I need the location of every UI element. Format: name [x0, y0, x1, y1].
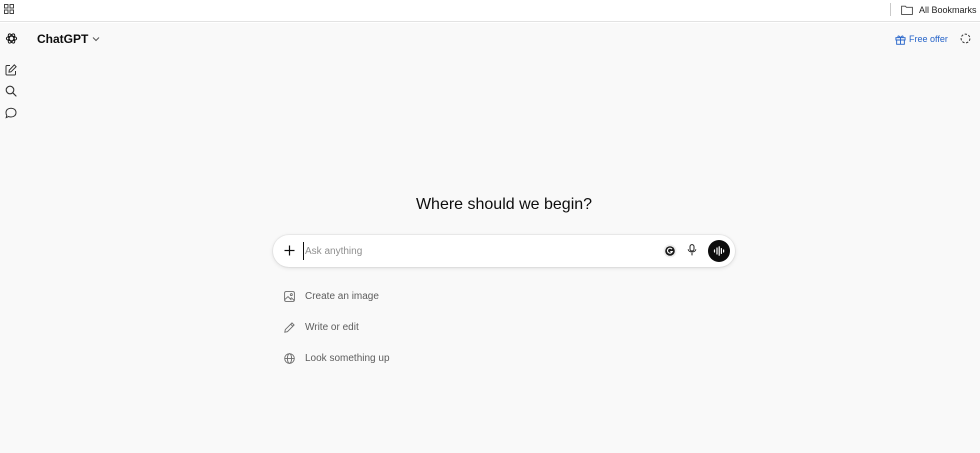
globe-icon: [284, 352, 295, 364]
waveform-icon: [713, 246, 725, 256]
all-bookmarks-label: All Bookmarks: [919, 5, 977, 15]
new-chat-icon[interactable]: [5, 64, 17, 76]
temporary-chat-icon[interactable]: [960, 33, 971, 44]
folder-icon: [901, 5, 913, 15]
pencil-icon: [284, 321, 295, 333]
search-icon[interactable]: [5, 85, 17, 97]
bookmarks-bar: All Bookmarks: [0, 0, 980, 22]
free-offer-label: Free offer: [909, 34, 948, 44]
voice-mode-button[interactable]: [708, 240, 730, 262]
suggestion-label: Create an image: [305, 290, 379, 302]
suggestion-create-image[interactable]: Create an image: [284, 289, 379, 303]
chevron-down-icon: [92, 37, 100, 42]
chat-app: ChatGPT Free offer Where should we begin…: [0, 23, 980, 453]
plus-icon[interactable]: [284, 245, 295, 256]
grid-icon[interactable]: [4, 4, 14, 14]
gift-icon: [895, 34, 906, 45]
model-selector[interactable]: ChatGPT: [37, 32, 100, 46]
suggestion-label: Write or edit: [305, 321, 359, 333]
grammarly-icon[interactable]: [663, 244, 677, 258]
page-heading: Where should we begin?: [415, 196, 593, 213]
microphone-icon[interactable]: [687, 244, 697, 256]
suggestion-look-up[interactable]: Look something up: [284, 351, 390, 365]
image-icon: [284, 290, 295, 302]
chats-icon[interactable]: [5, 107, 17, 119]
prompt-input[interactable]: [303, 242, 653, 260]
all-bookmarks-folder[interactable]: All Bookmarks: [901, 3, 977, 17]
suggestion-label: Look something up: [305, 352, 390, 364]
prompt-composer: [273, 235, 735, 267]
suggestion-write-edit[interactable]: Write or edit: [284, 320, 359, 334]
openai-logo-icon[interactable]: [5, 32, 18, 45]
model-name: ChatGPT: [37, 32, 89, 46]
free-offer-button[interactable]: Free offer: [895, 32, 948, 46]
bookmarks-divider: [890, 3, 891, 16]
